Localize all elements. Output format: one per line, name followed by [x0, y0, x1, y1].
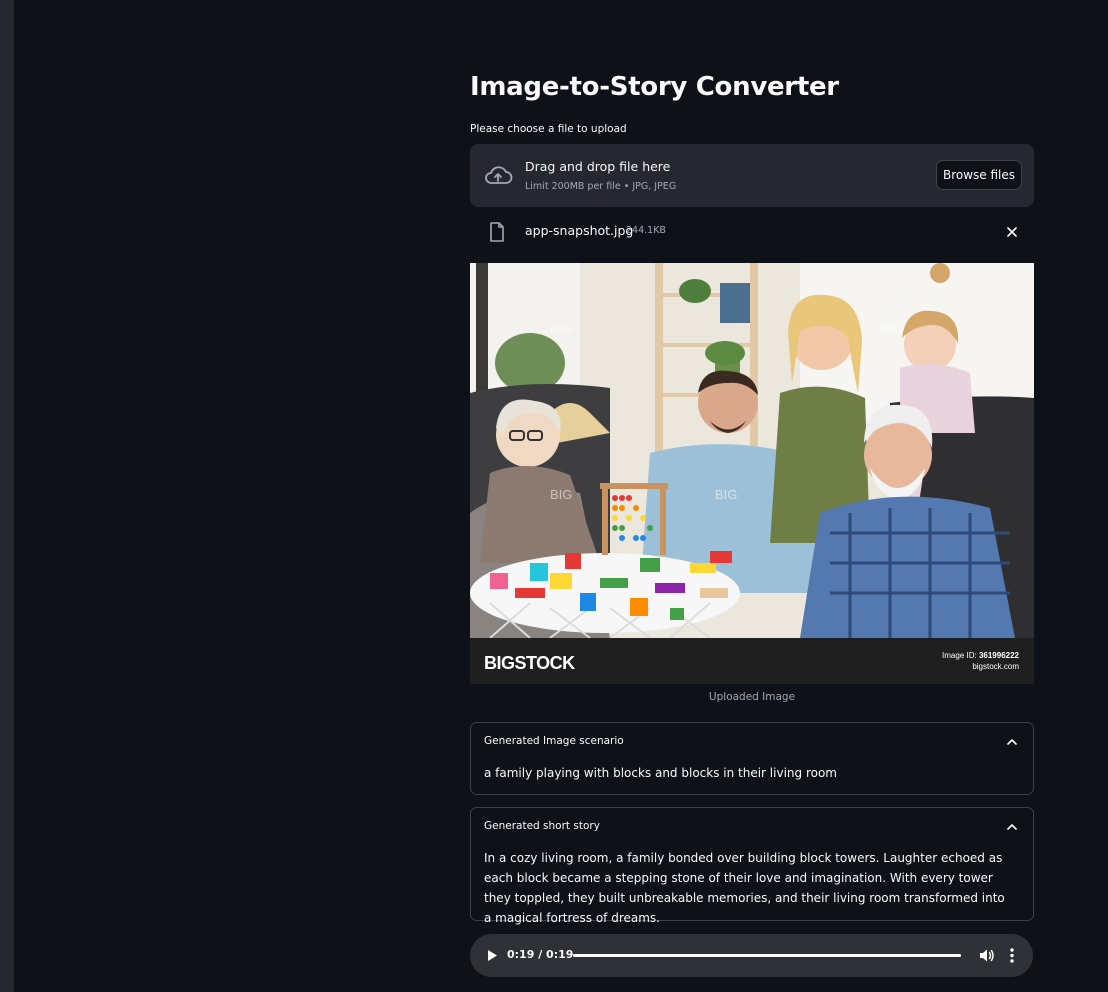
stock-site: bigstock.com: [972, 662, 1019, 671]
watermark-text: BIG: [550, 487, 572, 502]
story-expander: Generated short story In a cozy living r…: [470, 807, 1034, 925]
uploader-label: Please choose a file to upload: [470, 123, 627, 135]
audio-seek-slider[interactable]: [573, 954, 961, 957]
cloud-upload-icon: [485, 166, 513, 184]
chevron-up-icon[interactable]: [1005, 820, 1019, 834]
stock-brand: BIGSTOCK: [484, 653, 575, 673]
scenario-expander-title[interactable]: Generated Image scenario: [484, 735, 624, 747]
file-dropzone[interactable]: Drag and drop file here Limit 200MB per …: [470, 144, 1034, 207]
uploaded-file-row: app-snapshot.jpg 244.1KB: [470, 215, 1034, 247]
play-icon[interactable]: [486, 949, 498, 962]
stock-image-id: Image ID: 361996222: [942, 651, 1020, 660]
watermark-text: BIG: [880, 321, 902, 336]
more-options-icon[interactable]: [1006, 947, 1018, 964]
scenario-text: a family playing with blocks and blocks …: [484, 766, 837, 780]
audio-player: 0:19 / 0:19: [470, 934, 1033, 977]
family-photo: BIG BIG BIG BIG BIGSTOCK Image ID: 36199…: [470, 263, 1034, 684]
image-caption: Uploaded Image: [708, 691, 796, 703]
scenario-expander: Generated Image scenario a family playin…: [470, 722, 1034, 795]
file-size: 244.1KB: [626, 225, 666, 236]
file-name: app-snapshot.jpg: [525, 223, 634, 238]
dropzone-limit: Limit 200MB per file • JPG, JPEG: [525, 181, 677, 192]
audio-time: 0:19 / 0:19: [507, 948, 574, 961]
watermark-text: BIG: [715, 487, 737, 502]
story-expander-title[interactable]: Generated short story: [484, 820, 600, 832]
file-icon: [490, 222, 504, 242]
close-icon[interactable]: [1004, 224, 1020, 240]
browse-files-button[interactable]: Browse files: [936, 160, 1022, 190]
story-text: In a cozy living room, a family bonded o…: [484, 851, 1005, 925]
dropzone-title: Drag and drop file here: [525, 159, 671, 174]
watermark-text: BIG: [550, 321, 572, 336]
audio-progress-fill: [573, 954, 961, 957]
volume-icon[interactable]: [978, 947, 995, 964]
sidebar-collapsed-strip: [0, 0, 14, 992]
page-title: Image-to-Story Converter: [470, 72, 839, 102]
chevron-up-icon[interactable]: [1005, 735, 1019, 749]
uploaded-image: BIG BIG BIG BIG BIGSTOCK Image ID: 36199…: [470, 263, 1034, 684]
